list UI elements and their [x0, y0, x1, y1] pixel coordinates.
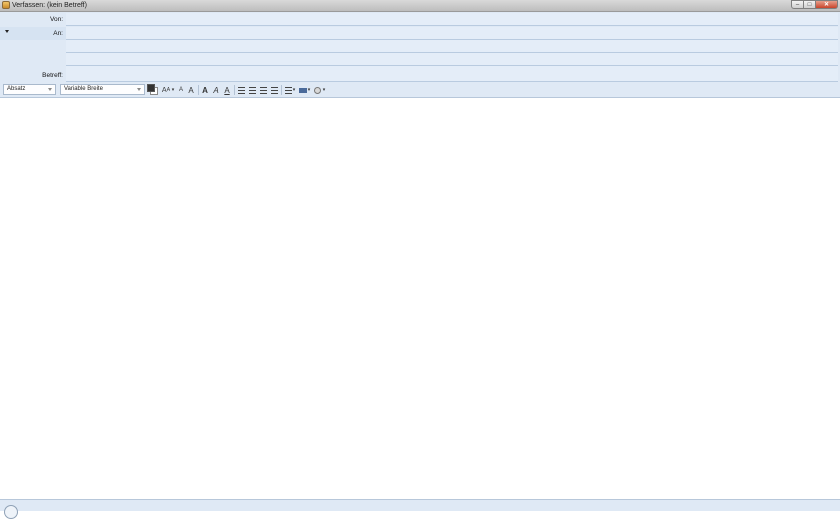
- insert-object-icon[interactable]: [298, 85, 307, 95]
- chevron-down-icon: [48, 88, 52, 91]
- to-label: An:: [53, 30, 63, 37]
- address-field[interactable]: [66, 40, 838, 53]
- maximize-button[interactable]: □: [804, 0, 816, 9]
- numbered-list-icon[interactable]: [248, 85, 256, 95]
- toolbar-divider: [234, 85, 235, 95]
- text-color-picker[interactable]: [147, 84, 158, 95]
- increase-indent-icon[interactable]: [270, 85, 278, 95]
- larger-text-button[interactable]: A: [187, 85, 195, 95]
- dropdown-arrow-icon[interactable]: ▾: [171, 85, 175, 95]
- subject-label: Betreff:: [42, 72, 63, 79]
- title-bar: Verfassen: (kein Betreff) – □ ✕: [0, 0, 840, 12]
- chevron-down-icon: [137, 88, 141, 91]
- toolbar-divider: [281, 85, 282, 95]
- font-value: Variable Breite: [64, 86, 103, 92]
- bulleted-list-icon[interactable]: [237, 85, 245, 95]
- dropdown-arrow-icon[interactable]: ▾: [292, 85, 296, 95]
- smiley-icon[interactable]: [313, 85, 322, 95]
- dropdown-arrow-icon[interactable]: ▾: [322, 85, 326, 95]
- align-icon[interactable]: [284, 85, 292, 95]
- dropdown-arrow-icon[interactable]: ▾: [307, 85, 311, 95]
- from-field[interactable]: [66, 13, 838, 26]
- window-title: Verfassen: (kein Betreff): [12, 2, 87, 9]
- message-body-editor[interactable]: [0, 98, 840, 499]
- to-row: An:: [0, 27, 840, 40]
- connection-status-icon: [4, 505, 18, 519]
- chevron-down-icon: [5, 30, 9, 33]
- address-field[interactable]: [66, 53, 838, 66]
- app-icon: [2, 1, 10, 9]
- to-field[interactable]: [66, 27, 838, 40]
- insert-bar: [298, 87, 307, 93]
- minimize-button[interactable]: –: [791, 0, 804, 9]
- smiley-circle: [314, 86, 321, 94]
- from-label: Von:: [49, 16, 63, 23]
- close-button[interactable]: ✕: [816, 0, 838, 9]
- toolbar-divider: [198, 85, 199, 95]
- decrease-indent-icon[interactable]: [259, 85, 267, 95]
- foreground-color-swatch: [147, 84, 155, 92]
- underline-button[interactable]: A: [223, 85, 231, 95]
- window-controls: – □ ✕: [791, 0, 838, 10]
- smaller-text-button[interactable]: A: [177, 85, 185, 95]
- paragraph-format-select[interactable]: Absatz: [3, 84, 56, 95]
- paragraph-format-value: Absatz: [7, 86, 26, 92]
- bold-button[interactable]: A: [201, 85, 209, 95]
- address-row: [0, 53, 840, 66]
- subject-row: Betreff:: [0, 69, 840, 82]
- subject-field[interactable]: [66, 69, 838, 82]
- address-row: [0, 40, 840, 53]
- format-toolbar: Absatz Variable Breite ꓮA ▾ A A A A A ▾ …: [0, 83, 840, 98]
- from-row: Von:: [0, 13, 840, 26]
- font-select[interactable]: Variable Breite: [60, 84, 145, 95]
- italic-button[interactable]: A: [212, 85, 220, 95]
- status-bar: [0, 499, 840, 519]
